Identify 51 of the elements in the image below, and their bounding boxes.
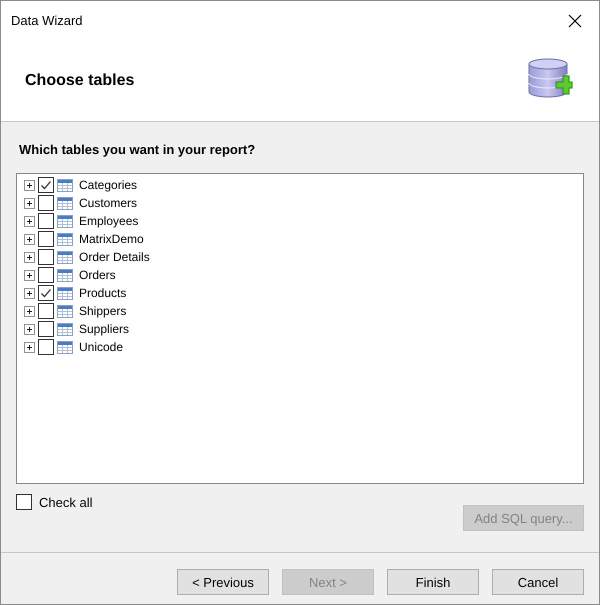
table-name[interactable]: Customers xyxy=(79,196,138,210)
table-name[interactable]: Employees xyxy=(79,214,138,228)
table-checkbox[interactable] xyxy=(38,195,54,211)
wizard-button[interactable]: Finish xyxy=(387,569,479,595)
wizard-button[interactable]: Cancel xyxy=(492,569,584,595)
expand-icon[interactable] xyxy=(24,324,35,334)
wizard-button[interactable]: < Previous xyxy=(177,569,269,595)
table-icon xyxy=(57,196,73,210)
expand-icon[interactable] xyxy=(24,216,35,226)
window-title: Data Wizard xyxy=(11,13,83,28)
page-title: Choose tables xyxy=(25,72,134,90)
table-checkbox[interactable] xyxy=(38,303,54,319)
table-checkbox[interactable] xyxy=(38,213,54,229)
table-name[interactable]: Categories xyxy=(79,178,138,192)
table-icon xyxy=(57,286,73,300)
table-checkbox[interactable] xyxy=(38,177,54,193)
expand-icon[interactable] xyxy=(24,198,35,208)
table-icon xyxy=(57,250,73,264)
expand-icon[interactable] xyxy=(24,234,35,244)
question-text: Which tables you want in your report? xyxy=(19,142,256,157)
table-name[interactable]: Products xyxy=(79,286,126,300)
table-icon xyxy=(57,268,73,282)
table-checkbox[interactable] xyxy=(38,231,54,247)
table-name[interactable]: MatrixDemo xyxy=(79,232,144,246)
checkmark-icon xyxy=(40,287,52,299)
check-all-label[interactable]: Check all xyxy=(39,494,92,510)
check-all-checkbox[interactable] xyxy=(16,494,32,510)
expand-icon[interactable] xyxy=(24,306,35,316)
close-icon xyxy=(568,14,582,28)
table-icon xyxy=(57,178,73,192)
table-icon xyxy=(57,304,73,318)
table-name[interactable]: Orders xyxy=(79,268,116,282)
table-icon xyxy=(57,214,73,228)
table-name[interactable]: Order Details xyxy=(79,250,150,264)
expand-icon[interactable] xyxy=(24,270,35,280)
table-checkbox[interactable] xyxy=(38,249,54,265)
table-name[interactable]: Unicode xyxy=(79,340,124,354)
table-name[interactable]: Suppliers xyxy=(79,322,130,336)
table-checkbox[interactable] xyxy=(38,339,54,355)
table-name[interactable]: Shippers xyxy=(79,304,126,318)
table-icon xyxy=(57,340,73,354)
table-icon xyxy=(57,322,73,336)
table-checkbox[interactable] xyxy=(38,285,54,301)
expand-icon[interactable] xyxy=(24,180,35,190)
table-checkbox[interactable] xyxy=(38,321,54,337)
expand-icon[interactable] xyxy=(24,252,35,262)
table-icon xyxy=(57,232,73,246)
expand-icon[interactable] xyxy=(24,288,35,298)
expand-icon[interactable] xyxy=(24,342,35,352)
checkmark-icon xyxy=(40,179,52,191)
table-checkbox[interactable] xyxy=(38,267,54,283)
